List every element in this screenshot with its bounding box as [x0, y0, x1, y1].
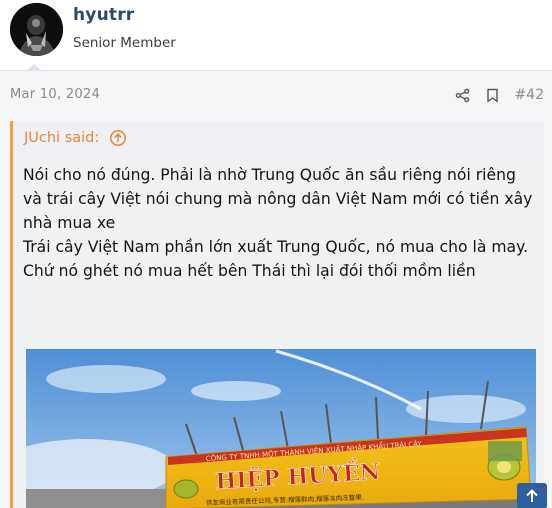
bookmark-icon[interactable] [484, 87, 500, 103]
quote-content: Nói cho nó đúng. Phải là nhờ Trung Quốc … [23, 163, 538, 283]
post-body: Mar 10, 2024 #42 JUchi said: Nói cho nó … [0, 70, 552, 508]
quote-block: JUchi said: Nói cho nó đúng. Phải là nhờ… [10, 121, 544, 508]
post-date[interactable]: Mar 10, 2024 [10, 87, 100, 102]
post-number[interactable]: #42 [514, 87, 544, 103]
post-actions: #42 [454, 85, 544, 105]
scroll-to-top-button[interactable] [517, 483, 547, 508]
share-icon[interactable] [454, 87, 470, 103]
avatar-image [10, 3, 63, 56]
quote-line: Chứ nó ghét nó mua hết bên Thái thì lại … [23, 262, 476, 280]
quoted-photo[interactable]: CÔNG TY TNHH MỘT THÀNH VIÊN XUẤT NHẬP KH… [26, 349, 536, 508]
arrow-up-circle-icon[interactable] [109, 129, 127, 147]
quote-line: Nói cho nó đúng. Phải là nhờ Trung Quốc … [23, 166, 533, 232]
quote-line: Trái cây Việt Nam phần lớn xuất Trung Qu… [23, 238, 529, 256]
avatar[interactable] [10, 3, 63, 56]
arrow-up-icon [526, 489, 538, 502]
user-title: Senior Member [73, 35, 176, 51]
quote-header: JUchi said: [13, 121, 544, 157]
post-user-header: hyutrr Senior Member [0, 0, 552, 70]
username[interactable]: hyutrr [73, 5, 134, 25]
quote-author[interactable]: JUchi said: [24, 130, 99, 146]
